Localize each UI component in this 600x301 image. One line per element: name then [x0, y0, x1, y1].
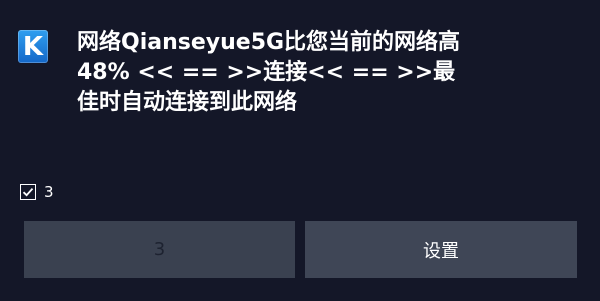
checkbox-label: 3 [44, 183, 54, 201]
dont-show-again-checkbox-row[interactable]: 3 [20, 181, 54, 203]
settings-button[interactable]: 设置 [305, 221, 577, 278]
app-icon-letter: K [22, 31, 44, 62]
checkmark-icon [22, 188, 34, 197]
notification-message: 网络Qianseyue5G比您当前的网络高 48% << == >>连接<< =… [77, 28, 577, 118]
message-line-2: 48% << == >>连接<< == >>最 [77, 60, 456, 85]
message-line-3: 佳时自动连接到此网络 [77, 90, 298, 115]
checkbox[interactable] [20, 184, 36, 200]
app-k-icon: K [18, 30, 48, 63]
disabled-button: 3 [24, 221, 295, 278]
message-line-1: 网络Qianseyue5G比您当前的网络高 [77, 30, 461, 55]
